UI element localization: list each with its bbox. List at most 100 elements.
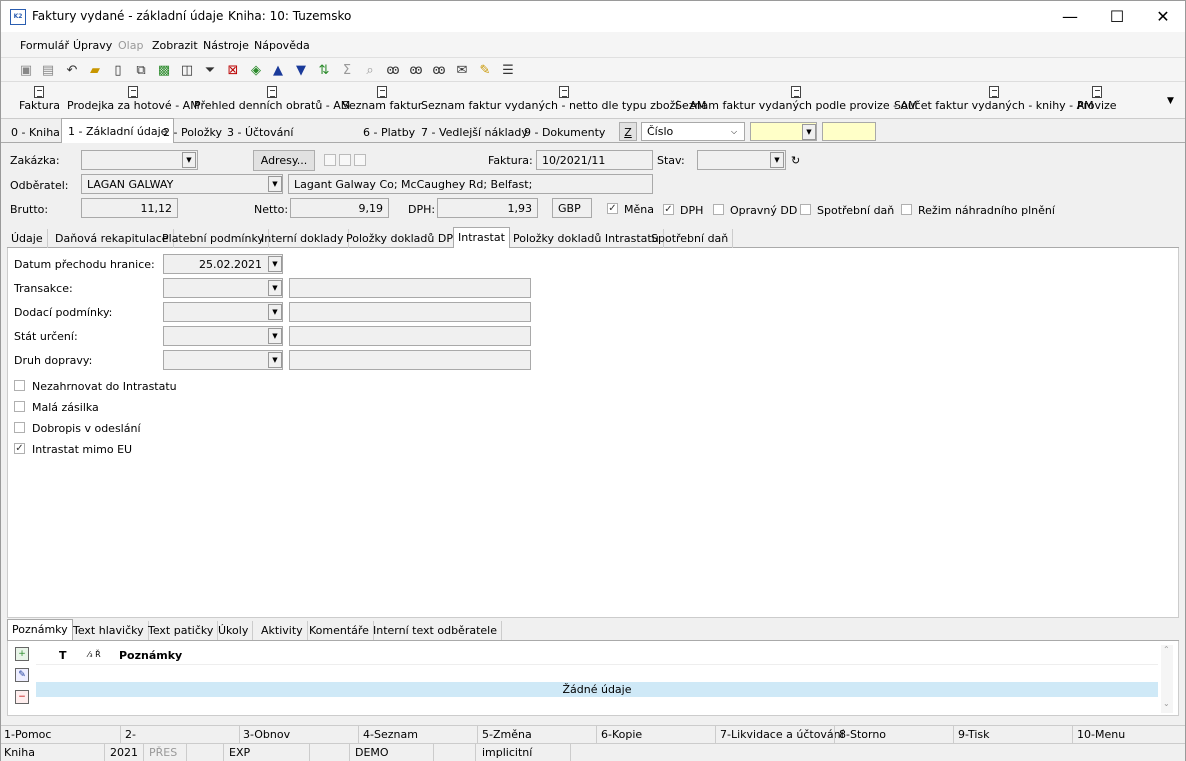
filter-clear-icon[interactable]: ⊠ bbox=[224, 61, 242, 79]
tab-udaje[interactable]: Údaje bbox=[7, 229, 48, 248]
tab-kniha[interactable]: 0 - Kniha bbox=[5, 120, 66, 142]
new-document-icon[interactable]: ▯ bbox=[109, 61, 127, 79]
chevron-down-icon[interactable]: ▼ bbox=[268, 280, 282, 296]
chevron-down-icon[interactable]: ▼ bbox=[1167, 96, 1174, 106]
spotrebni-dan-checkbox[interactable] bbox=[800, 204, 811, 215]
col-t-header[interactable]: T bbox=[59, 649, 67, 662]
report-seznam-netto[interactable]: Seznam faktur vydaných - netto dle typu … bbox=[421, 86, 706, 112]
chevron-down-icon[interactable]: ▼ bbox=[268, 352, 282, 368]
fkey-2[interactable]: 2- bbox=[125, 728, 136, 741]
save-as-icon[interactable]: ▤ bbox=[39, 61, 57, 79]
stack-icon[interactable]: ◈ bbox=[247, 61, 265, 79]
datum-prechodu-field[interactable]: 25.02.2021 bbox=[163, 254, 283, 274]
scroll-up-icon[interactable]: ⌃ bbox=[1163, 645, 1170, 654]
sort-icon[interactable]: ⇅ bbox=[315, 61, 333, 79]
close-button[interactable]: ✕ bbox=[1140, 1, 1186, 32]
tab-komentare[interactable]: Komentáře bbox=[305, 621, 374, 640]
filter-icon[interactable]: ⏷ bbox=[201, 61, 219, 79]
mala-zasilka-checkbox[interactable] bbox=[14, 401, 25, 412]
menu-zobrazit[interactable]: Zobrazit bbox=[152, 39, 198, 52]
fkey-zmena[interactable]: 5-Změna bbox=[482, 728, 532, 741]
address-icon[interactable] bbox=[354, 154, 366, 166]
adresy-button[interactable]: Adresy... bbox=[253, 150, 315, 171]
tab-polozky-dokladu-dph[interactable]: Položky dokladů DPH bbox=[342, 229, 467, 248]
report-soucet[interactable]: Součet faktur vydaných - knihy - AM bbox=[894, 86, 1094, 112]
tab-uctovani[interactable]: 3 - Účtování bbox=[221, 120, 299, 142]
scrollbar[interactable]: ⌃ ⌄ bbox=[1161, 645, 1173, 713]
edit-note-icon[interactable]: ✎ bbox=[15, 668, 29, 682]
fkey-tisk[interactable]: 9-Tisk bbox=[958, 728, 990, 741]
odberatel-field[interactable]: LAGAN GALWAY bbox=[81, 174, 283, 194]
tab-spotrebni-dan[interactable]: Spotřební daň bbox=[647, 229, 734, 248]
copy-icon[interactable]: ⧉ bbox=[132, 61, 150, 79]
address-icon[interactable] bbox=[339, 154, 351, 166]
nezahrnovat-checkbox[interactable] bbox=[14, 380, 25, 391]
maximize-button[interactable]: ☐ bbox=[1094, 1, 1140, 32]
tab-interni-doklady[interactable]: Interní doklady bbox=[257, 229, 349, 248]
lock-icon[interactable]: ▩ bbox=[155, 61, 173, 79]
arrow-up-icon[interactable]: ▲ bbox=[269, 61, 287, 79]
faktura-field[interactable]: 10/2021/11 bbox=[536, 150, 653, 170]
edit-note-icon[interactable]: ✎ bbox=[476, 61, 494, 79]
intrastat-mimo-eu-checkbox[interactable]: ✓ bbox=[14, 443, 25, 454]
chevron-down-icon[interactable]: ▼ bbox=[268, 256, 282, 272]
find-next-icon[interactable]: ꙭ bbox=[407, 61, 425, 79]
chevron-down-icon[interactable]: ▼ bbox=[268, 176, 282, 192]
fkey-menu[interactable]: 10-Menu bbox=[1077, 728, 1125, 741]
tab-platby[interactable]: 6 - Platby bbox=[357, 120, 421, 142]
report-faktura[interactable]: Faktura bbox=[19, 86, 60, 112]
tab-danova-rekapitulace[interactable]: Daňová rekapitulace bbox=[51, 229, 174, 248]
tab-polozky-dokladu-intrastatu[interactable]: Položky dokladů Intrastatu bbox=[509, 229, 664, 248]
tab-poznamky[interactable]: Poznámky bbox=[7, 619, 73, 640]
add-note-icon[interactable]: + bbox=[15, 647, 29, 661]
tab-vedlejsi-naklady[interactable]: 7 - Vedlejší náklady bbox=[415, 120, 534, 142]
transakce-field[interactable] bbox=[163, 278, 283, 298]
menu-upravy[interactable]: Úpravy bbox=[73, 39, 112, 52]
chevron-down-icon[interactable]: ▼ bbox=[182, 152, 196, 168]
chevron-down-icon[interactable]: ▼ bbox=[268, 304, 282, 320]
tab-text-hlavicky[interactable]: Text hlavičky bbox=[69, 621, 149, 640]
rezim-checkbox[interactable] bbox=[901, 204, 912, 215]
tab-dokumenty[interactable]: 9 - Dokumenty bbox=[518, 120, 611, 142]
history-icon[interactable]: ↻ bbox=[791, 154, 800, 167]
stat-urceni-field[interactable] bbox=[163, 326, 283, 346]
zakazka-field[interactable] bbox=[81, 150, 198, 170]
tab-intrastat[interactable]: Intrastat bbox=[453, 227, 510, 248]
report-seznam-faktur[interactable]: Seznam faktur bbox=[342, 86, 422, 112]
search-field-select[interactable]: Číslo bbox=[641, 122, 745, 141]
menu-formular[interactable]: Formulář bbox=[20, 39, 69, 52]
fkey-storno[interactable]: 8-Storno bbox=[839, 728, 886, 741]
address-icon[interactable] bbox=[324, 154, 336, 166]
tab-platebni-podminky[interactable]: Platební podmínky bbox=[158, 229, 269, 248]
binoculars-icon[interactable]: ꙭ bbox=[384, 61, 402, 79]
z-button[interactable]: Z bbox=[619, 122, 637, 141]
report-prehled[interactable]: Přehled denních obratů - AM bbox=[194, 86, 350, 112]
find-icon[interactable]: ⌕ bbox=[361, 61, 379, 79]
col-poznamky-header[interactable]: Poznámky bbox=[119, 649, 182, 662]
mena-checkbox[interactable]: ✓ bbox=[607, 203, 618, 214]
tab-polozky[interactable]: 2 - Položky bbox=[157, 120, 228, 142]
dph-checkbox[interactable]: ✓ bbox=[663, 204, 674, 215]
save-icon[interactable]: ▣ bbox=[17, 61, 35, 79]
open-folder-icon[interactable]: ▰ bbox=[86, 61, 104, 79]
dodaci-podminky-field[interactable] bbox=[163, 302, 283, 322]
minimize-button[interactable]: — bbox=[1047, 1, 1093, 32]
delete-note-icon[interactable]: − bbox=[15, 690, 29, 704]
fkey-likvidace[interactable]: 7-Likvidace a účtování bbox=[720, 728, 844, 741]
fkey-obnov[interactable]: 3-Obnov bbox=[243, 728, 290, 741]
report-prodejka[interactable]: Prodejka za hotové - AM bbox=[67, 86, 200, 112]
opravny-dd-checkbox[interactable] bbox=[713, 204, 724, 215]
report-provize[interactable]: Provize bbox=[1077, 86, 1117, 112]
hamburger-menu-icon[interactable]: ☰ bbox=[499, 61, 517, 79]
tab-aktivity[interactable]: Aktivity bbox=[257, 621, 308, 640]
fkey-kopie[interactable]: 6-Kopie bbox=[601, 728, 642, 741]
tab-ukoly[interactable]: Úkoly bbox=[214, 621, 254, 640]
tab-text-paticky[interactable]: Text patičky bbox=[144, 621, 219, 640]
book-icon[interactable]: ◫ bbox=[178, 61, 196, 79]
scroll-down-icon[interactable]: ⌄ bbox=[1163, 699, 1170, 708]
mail-icon[interactable]: ✉ bbox=[453, 61, 471, 79]
search-value-input-2[interactable] bbox=[822, 122, 876, 141]
chevron-down-icon[interactable]: ▼ bbox=[268, 328, 282, 344]
fkey-pomoc[interactable]: 1-Pomoc bbox=[4, 728, 51, 741]
arrow-down-icon[interactable]: ▼ bbox=[292, 61, 310, 79]
